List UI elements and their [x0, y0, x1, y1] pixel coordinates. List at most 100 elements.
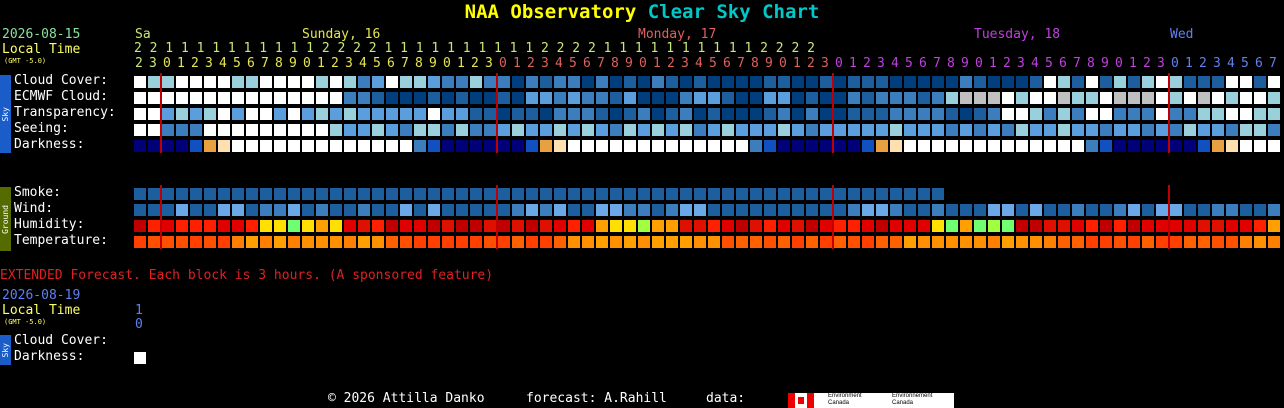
humidity-block[interactable]	[764, 220, 776, 232]
ecmwf-cloud-block[interactable]	[1184, 92, 1196, 104]
ecmwf-cloud-block[interactable]	[932, 92, 944, 104]
darkness-block[interactable]	[470, 140, 482, 152]
darkness-block[interactable]	[344, 140, 356, 152]
humidity-block[interactable]	[624, 220, 636, 232]
transparency-block[interactable]	[666, 108, 678, 120]
ecmwf-cloud-block[interactable]	[708, 92, 720, 104]
transparency-block[interactable]	[1030, 108, 1042, 120]
wind-block[interactable]	[736, 204, 748, 216]
cloud-cover-block[interactable]	[610, 76, 622, 88]
transparency-block[interactable]	[428, 108, 440, 120]
cloud-cover-block[interactable]	[596, 76, 608, 88]
humidity-block[interactable]	[988, 220, 1000, 232]
cloud-cover-block[interactable]	[260, 76, 272, 88]
temperature-block[interactable]	[694, 236, 706, 248]
transparency-block[interactable]	[904, 108, 916, 120]
cloud-cover-block[interactable]	[680, 76, 692, 88]
darkness-block[interactable]	[1184, 140, 1196, 152]
seeing-block[interactable]	[904, 124, 916, 136]
humidity-block[interactable]	[1198, 220, 1210, 232]
humidity-block[interactable]	[456, 220, 468, 232]
cloud-cover-block[interactable]	[442, 76, 454, 88]
smoke-block[interactable]	[778, 188, 790, 200]
ecmwf-cloud-block[interactable]	[596, 92, 608, 104]
wind-block[interactable]	[1240, 204, 1252, 216]
ecmwf-cloud-block[interactable]	[638, 92, 650, 104]
smoke-block[interactable]	[442, 188, 454, 200]
seeing-block[interactable]	[414, 124, 426, 136]
darkness-block[interactable]	[540, 140, 552, 152]
ecmwf-cloud-block[interactable]	[1100, 92, 1112, 104]
ecmwf-cloud-block[interactable]	[1156, 92, 1168, 104]
wind-block[interactable]	[862, 204, 874, 216]
humidity-block[interactable]	[190, 220, 202, 232]
smoke-block[interactable]	[232, 188, 244, 200]
humidity-block[interactable]	[260, 220, 272, 232]
darkness-block[interactable]	[176, 140, 188, 152]
transparency-block[interactable]	[134, 108, 146, 120]
seeing-block[interactable]	[862, 124, 874, 136]
humidity-block[interactable]	[610, 220, 622, 232]
smoke-block[interactable]	[764, 188, 776, 200]
darkness-block[interactable]	[1016, 140, 1028, 152]
transparency-block[interactable]	[736, 108, 748, 120]
seeing-block[interactable]	[708, 124, 720, 136]
humidity-block[interactable]	[862, 220, 874, 232]
cloud-cover-block[interactable]	[946, 76, 958, 88]
wind-block[interactable]	[302, 204, 314, 216]
cloud-cover-block[interactable]	[372, 76, 384, 88]
wind-block[interactable]	[428, 204, 440, 216]
ecmwf-cloud-block[interactable]	[1142, 92, 1154, 104]
humidity-block[interactable]	[680, 220, 692, 232]
wind-block[interactable]	[806, 204, 818, 216]
humidity-block[interactable]	[638, 220, 650, 232]
seeing-block[interactable]	[1030, 124, 1042, 136]
darkness-block[interactable]	[554, 140, 566, 152]
darkness-block[interactable]	[582, 140, 594, 152]
wind-block[interactable]	[708, 204, 720, 216]
smoke-block[interactable]	[288, 188, 300, 200]
darkness-block[interactable]	[204, 140, 216, 152]
temperature-block[interactable]	[582, 236, 594, 248]
transparency-block[interactable]	[148, 108, 160, 120]
ecmwf-cloud-block[interactable]	[1240, 92, 1252, 104]
temperature-block[interactable]	[764, 236, 776, 248]
temperature-block[interactable]	[512, 236, 524, 248]
wind-block[interactable]	[526, 204, 538, 216]
wind-block[interactable]	[512, 204, 524, 216]
seeing-block[interactable]	[806, 124, 818, 136]
transparency-block[interactable]	[330, 108, 342, 120]
environment-canada-logo[interactable]: Environment Canada Environnement Canada	[788, 393, 954, 408]
seeing-block[interactable]	[792, 124, 804, 136]
transparency-block[interactable]	[1100, 108, 1112, 120]
humidity-block[interactable]	[554, 220, 566, 232]
seeing-block[interactable]	[834, 124, 846, 136]
wind-block[interactable]	[372, 204, 384, 216]
darkness-block[interactable]	[694, 140, 706, 152]
humidity-block[interactable]	[1254, 220, 1266, 232]
seeing-block[interactable]	[288, 124, 300, 136]
cloud-cover-block[interactable]	[708, 76, 720, 88]
darkness-block[interactable]	[358, 140, 370, 152]
cloud-cover-block[interactable]	[1142, 76, 1154, 88]
temperature-block[interactable]	[316, 236, 328, 248]
wind-block[interactable]	[820, 204, 832, 216]
transparency-block[interactable]	[358, 108, 370, 120]
seeing-block[interactable]	[442, 124, 454, 136]
darkness-block[interactable]	[946, 140, 958, 152]
transparency-block[interactable]	[274, 108, 286, 120]
darkness-block[interactable]	[414, 140, 426, 152]
ecmwf-cloud-block[interactable]	[806, 92, 818, 104]
humidity-block[interactable]	[540, 220, 552, 232]
temperature-block[interactable]	[540, 236, 552, 248]
temperature-block[interactable]	[806, 236, 818, 248]
humidity-block[interactable]	[484, 220, 496, 232]
humidity-block[interactable]	[526, 220, 538, 232]
smoke-block[interactable]	[694, 188, 706, 200]
cloud-cover-block[interactable]	[414, 76, 426, 88]
darkness-block[interactable]	[218, 140, 230, 152]
smoke-block[interactable]	[344, 188, 356, 200]
wind-block[interactable]	[1030, 204, 1042, 216]
temperature-block[interactable]	[526, 236, 538, 248]
cloud-cover-block[interactable]	[834, 76, 846, 88]
